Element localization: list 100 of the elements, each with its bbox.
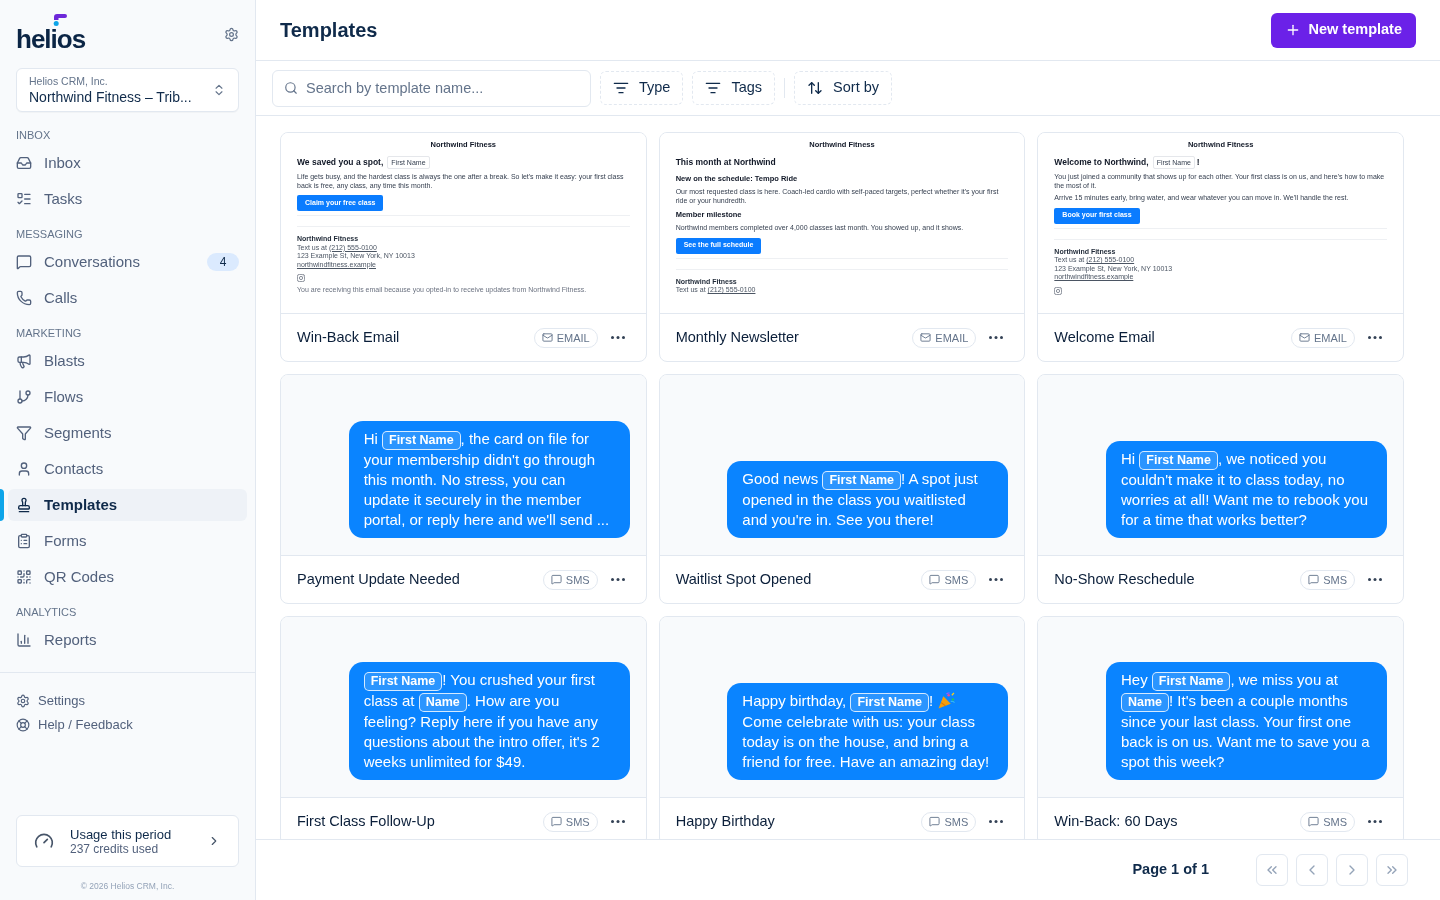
message-bubble: Happy birthday, First Name ! Come celebrate with us: your class today is on the house, and bring a friend for free. Have an amazing day! bbox=[727, 683, 1009, 780]
more-icon bbox=[610, 820, 625, 823]
template-title: Payment Update Needed bbox=[297, 569, 461, 589]
more-icon bbox=[989, 820, 1004, 823]
nav-item[interactable]: Tasks bbox=[8, 183, 247, 215]
template-card[interactable]: Hey First Name , we miss you at Name ! It's been a couple months since your last class. Your first one back is on us. Want me to save you a spot this week? Win-Back: 60 Days SMS bbox=[1037, 616, 1404, 839]
template-card[interactable] bbox=[280, 374, 647, 604]
branch-icon bbox=[16, 389, 32, 405]
template-card[interactable]: Hi First Name , we noticed you couldn't make it to class today, no worries at all! Want me to rebook you for a time that works better? No-Show Reschedule SMS bbox=[1037, 374, 1404, 604]
mail-icon bbox=[920, 332, 932, 343]
nav-item[interactable]: QR Codes bbox=[8, 561, 247, 593]
filter-icon bbox=[613, 80, 629, 96]
nav-item[interactable]: Inbox bbox=[8, 147, 247, 179]
merge-field: First Name bbox=[822, 471, 901, 490]
more-icon bbox=[1368, 336, 1382, 339]
nav-item[interactable]: Calls bbox=[8, 282, 247, 314]
nav-item[interactable]: Reports bbox=[8, 624, 247, 656]
filter-button[interactable]: Type bbox=[600, 71, 684, 105]
chat-bubble-icon bbox=[929, 574, 941, 585]
nav-item[interactable]: Conversations 4 bbox=[8, 246, 247, 278]
merge-field: First Name bbox=[850, 693, 930, 712]
usage-detail: 237 credits used bbox=[70, 841, 159, 856]
nav-item[interactable]: Segments bbox=[8, 417, 247, 449]
bar-chart-icon bbox=[16, 632, 32, 648]
type-label: SMS bbox=[1323, 814, 1347, 829]
qr-code-icon bbox=[16, 569, 32, 585]
template-title: Welcome Email bbox=[1054, 327, 1156, 347]
workspace-name: Northwind Fitness – Trib... bbox=[29, 87, 193, 106]
logo-text: helios bbox=[16, 26, 86, 52]
search-field[interactable]: Search by template name... bbox=[272, 69, 591, 107]
phone-icon bbox=[16, 290, 32, 306]
count-badge: 4 bbox=[207, 253, 239, 271]
lifebuoy-icon bbox=[16, 718, 30, 732]
template-card[interactable] bbox=[1037, 132, 1404, 362]
footer-link[interactable]: Help / Feedback bbox=[0, 713, 255, 737]
inbox-icon bbox=[16, 155, 32, 171]
section-label: MARKETING bbox=[15, 326, 83, 340]
message-bubble: Good news First Name ! A spot just opened in the class you waitlisted and you're in. See you there! bbox=[727, 461, 1009, 538]
type-label: SMS bbox=[565, 572, 590, 587]
nav-item[interactable]: Templates bbox=[8, 489, 247, 521]
merge-field: First Name bbox=[363, 672, 443, 691]
chat-bubble-icon bbox=[16, 254, 32, 270]
chat-bubble-icon bbox=[550, 574, 562, 585]
settings-icon[interactable] bbox=[224, 27, 239, 42]
chat-bubble-icon bbox=[1308, 574, 1320, 585]
usage-card[interactable]: Usage this period 237 credits used bbox=[16, 815, 239, 867]
chat-bubble-icon bbox=[550, 816, 562, 827]
settings-icon bbox=[16, 694, 30, 708]
template-title: No-Show Reschedule bbox=[1054, 569, 1196, 589]
more-icon bbox=[1368, 578, 1382, 581]
type-label: SMS bbox=[944, 572, 969, 587]
checklist-icon bbox=[16, 191, 32, 207]
type-label: EMAIL bbox=[556, 330, 590, 345]
template-card[interactable] bbox=[280, 132, 647, 362]
org-name: Helios CRM, Inc. bbox=[29, 74, 109, 88]
footer-link[interactable]: Settings bbox=[0, 689, 255, 713]
type-label: EMAIL bbox=[1313, 330, 1347, 345]
email-heading: ! bbox=[1196, 156, 1200, 168]
more-icon bbox=[610, 578, 625, 581]
workspace-switcher[interactable]: Helios CRM, Inc. Northwind Fitness – Trib... bbox=[16, 68, 239, 112]
template-card[interactable]: Good news First Name ! A spot just opened in the class you waitlisted and you're in. See you there! Waitlist Spot Opened SMS bbox=[658, 374, 1026, 604]
template-title: Happy Birthday bbox=[675, 811, 776, 831]
stamp-icon bbox=[16, 497, 32, 513]
message-bubble: First Name ! You crushed your first class at Name . How are you feeling? Reply here if you have any questions about the intro offer, it's 2 weeks unlimited for $49. bbox=[348, 662, 630, 780]
funnel-icon bbox=[16, 425, 32, 441]
template-title: Win-Back: 60 Days bbox=[1054, 811, 1179, 831]
clipboard-icon bbox=[16, 533, 32, 549]
section-label: INBOX bbox=[15, 128, 52, 142]
person-icon bbox=[16, 461, 32, 477]
more-icon bbox=[610, 336, 625, 339]
nav-item[interactable]: Contacts bbox=[8, 453, 247, 485]
more-icon bbox=[989, 578, 1004, 581]
nav-item[interactable]: Blasts bbox=[8, 345, 247, 377]
template-title: Waitlist Spot Opened bbox=[675, 569, 813, 589]
mail-icon bbox=[1298, 332, 1310, 343]
template-card[interactable] bbox=[658, 132, 1026, 362]
email-heading: Welcome to Northwind, bbox=[1054, 156, 1149, 168]
party-popper-icon bbox=[938, 692, 956, 709]
filter-button[interactable]: Tags bbox=[692, 71, 776, 105]
template-title: Monthly Newsletter bbox=[675, 327, 800, 347]
merge-field: First Name bbox=[1151, 672, 1231, 691]
new-template-button[interactable]: New template bbox=[1270, 12, 1416, 48]
section-label: MESSAGING bbox=[15, 227, 84, 241]
sort-arrows-icon bbox=[807, 80, 824, 96]
message-bubble: Hi First Name , the card on file for your membership didn't go through this month. No stress, you can update it securely in the member portal, or reply here and we'll send ... bbox=[348, 421, 630, 538]
nav-item[interactable]: Flows bbox=[8, 381, 247, 413]
type-label: SMS bbox=[565, 814, 590, 829]
merge-field: First Name bbox=[1139, 451, 1218, 470]
page-indicator: Page 1 of 1 bbox=[1132, 860, 1209, 880]
mail-icon bbox=[541, 332, 553, 343]
nav-item[interactable]: Forms bbox=[8, 525, 247, 557]
type-label: SMS bbox=[944, 814, 969, 829]
template-card[interactable]: Happy birthday, First Name ! Come celebrate with us: your class today is on the house, and bring a friend for free. Have an amazing day! Happy Birthday SMS bbox=[658, 616, 1026, 839]
more-icon bbox=[1368, 820, 1382, 823]
sort-button[interactable]: Sort by bbox=[794, 71, 892, 105]
filter-icon bbox=[705, 80, 722, 96]
merge-field: Name bbox=[418, 693, 467, 712]
template-card[interactable]: First Name ! You crushed your first class at Name . How are you feeling? Reply here if you have any questions about the intro offer, it's 2 weeks unlimited for $49. First Class Follow-Up SMS bbox=[280, 616, 647, 839]
merge-field: Name bbox=[1121, 693, 1170, 712]
section-label: ANALYTICS bbox=[15, 605, 78, 619]
